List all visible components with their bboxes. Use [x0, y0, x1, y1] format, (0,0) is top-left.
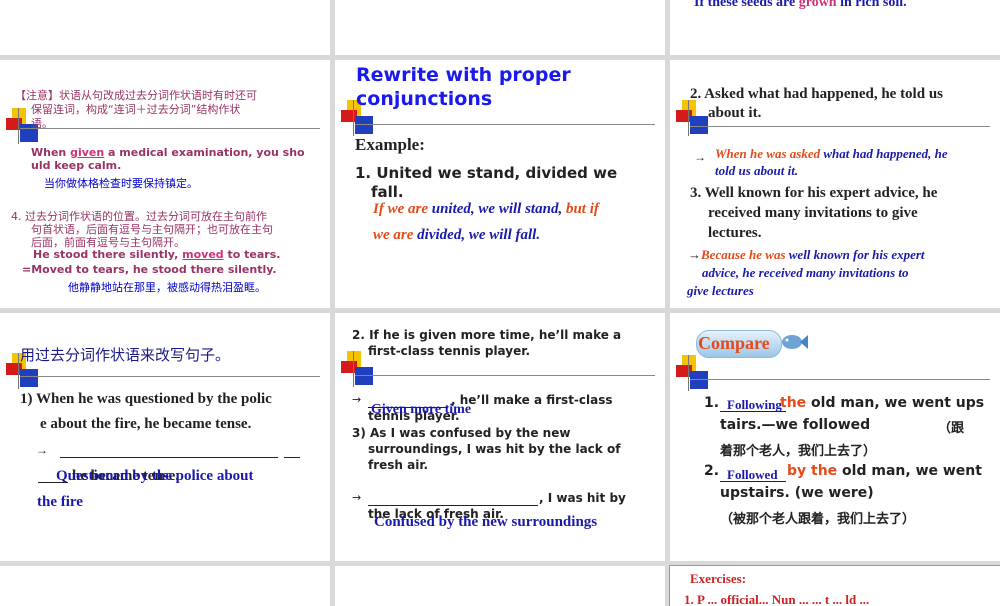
answer-blank[interactable] — [284, 457, 300, 458]
exercise-question: received many invitations to give — [708, 205, 918, 221]
exercise-answer: the fire — [37, 494, 83, 510]
seeds-sentence: If these seeds are grown in rich soil. — [694, 0, 907, 10]
slide-thumbnail[interactable]: Rewrite with proper conjunctions Example… — [335, 60, 665, 308]
exercise-question: 3) As I was confused by the new — [352, 426, 571, 440]
slide-thumbnail[interactable]: 2. If he is given more time, he’ll make … — [335, 313, 665, 561]
note-line: 语。 — [31, 117, 53, 130]
exercise-question: 2. Asked what had happened, he told us — [690, 86, 944, 102]
slide-thumbnail[interactable]: If these seeds are grown in rich soil. — [670, 0, 1000, 55]
arrow-icon: → — [352, 491, 362, 504]
slide-thumbnail[interactable]: 【注意】状语从句改成过去分词作状语时有时还可 保留连词，构成“连词＋过去分词”结… — [0, 60, 330, 308]
divider — [355, 375, 655, 376]
example-sentence: =Moved to tears, he stood there silently… — [22, 263, 277, 276]
exercise-question: lectures. — [708, 225, 762, 241]
answer-blank[interactable] — [60, 457, 278, 458]
sentence-tail: , I was hit by — [539, 491, 626, 505]
fish-icon — [780, 331, 808, 353]
exercise-question: 1) When he was questioned by the polic — [20, 391, 272, 407]
exercises-title: Exercises: — [690, 571, 747, 586]
exercise-question: about it. — [708, 105, 762, 121]
compare-sentence: tairs.—we followed — [720, 417, 871, 433]
arrow-icon: → — [694, 150, 706, 164]
slide-thumbnail[interactable] — [335, 0, 665, 55]
slide-title: 用过去分词作状语来改写句子。 — [20, 346, 231, 364]
exercise-answer: When he was asked what had happened, he — [715, 146, 948, 161]
chinese-translation: 当你做体格检查时要保持镇定。 — [44, 177, 198, 190]
arrow-icon: → — [36, 443, 48, 457]
example-sentence: uld keep calm. — [31, 159, 122, 172]
exercise-answer: we are divided, we will fall. — [373, 227, 541, 243]
divider — [690, 126, 990, 127]
slide-title: conjunctions — [356, 88, 493, 110]
exercise-answer: give lectures — [687, 283, 754, 298]
exercise-answer: If we are united, we will stand, but if — [373, 201, 599, 217]
slide-title: Compare — [698, 333, 770, 353]
sentence-tail: , he’ll make a first-class — [451, 393, 613, 407]
chinese-translation: 他静静地站在那里，被感动得热泪盈眶。 — [68, 281, 266, 294]
exercise-line: 1. P ... official... Nun ... ... t ... l… — [684, 592, 870, 606]
item-number: 1. — [704, 395, 720, 411]
example-label: Example: — [355, 135, 425, 154]
slide-thumbnail[interactable]: 2. Asked what had happened, he told us a… — [670, 60, 1000, 308]
example-sentence: He stood there silently, moved to tears. — [33, 248, 281, 261]
compare-translation: （被那个老人跟着，我们上去了） — [720, 512, 916, 527]
slide-thumbnail[interactable] — [0, 0, 330, 55]
exercise-question: e about the fire, he became tense. — [40, 416, 252, 432]
slide-thumbnail[interactable]: Exercises: 1. P ... official... Nun ... … — [669, 565, 1000, 606]
divider — [690, 379, 990, 380]
compare-translation: 着那个老人，我们上去了） — [720, 444, 877, 459]
fill-answer: Followed — [727, 467, 778, 482]
arrow-icon: → — [352, 393, 362, 406]
exercise-answer: →Because he was well known for his exper… — [688, 247, 925, 262]
compare-sentence: （跟 — [938, 421, 965, 436]
exercise-answer: Given more time — [371, 402, 472, 417]
exercise-question: 3. Well known for his expert advice, he — [690, 185, 938, 201]
exercise-question: 1. United we stand, divided we — [355, 164, 618, 182]
note-line: 保留连词，构成“连词＋过去分词”结构作状 — [31, 103, 241, 116]
example-sentence: When given a medical examination, you sh… — [31, 146, 305, 159]
divider — [355, 124, 655, 125]
exercise-answer: told us about it. — [715, 163, 799, 178]
compare-sentence: by the old man, we went — [787, 463, 982, 479]
exercise-question: 2. If he is given more time, he’ll make … — [352, 328, 622, 342]
slide-thumbnail[interactable] — [335, 566, 665, 606]
compare-sentence: upstairs. (we were) — [720, 485, 874, 501]
exercise-answer: Questioned by the police about — [56, 468, 254, 484]
compare-sentence: the old man, we went ups — [780, 395, 985, 411]
slide-thumbnail[interactable] — [0, 566, 330, 606]
divider — [20, 376, 320, 377]
slide-title: Rewrite with proper — [356, 64, 571, 86]
exercise-question: fresh air. — [368, 458, 429, 472]
exercise-answer: Confused by the new surroundings — [374, 514, 598, 530]
exercise-question: surroundings, I was hit by the lack of — [368, 442, 621, 456]
exercise-answer: advice, he received many invitations to — [702, 265, 909, 280]
item-number: 2. — [704, 463, 720, 479]
fill-answer: Following — [727, 397, 782, 412]
exercise-question: first-class tennis player. — [368, 344, 531, 358]
answer-blank[interactable] — [368, 505, 538, 506]
exercise-question: fall. — [371, 183, 404, 201]
slide-thumbnail[interactable]: 用过去分词作状语来改写句子。 1) When he was questioned… — [0, 313, 330, 561]
slide-thumbnail[interactable]: Compare 1. Following the old man, we wen… — [670, 313, 1000, 561]
decoration-squares — [676, 355, 716, 391]
divider — [20, 128, 320, 129]
